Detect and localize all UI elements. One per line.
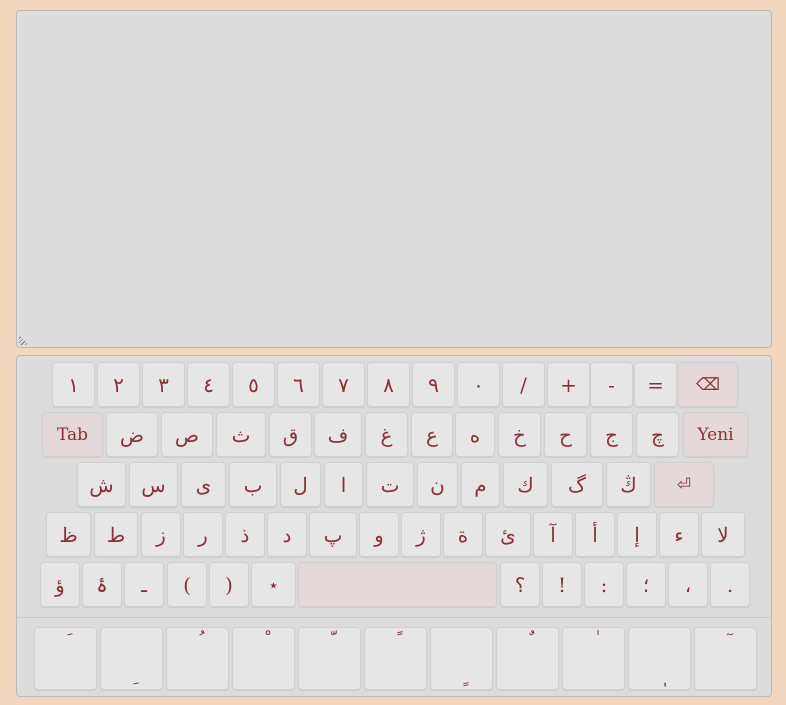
key-letter[interactable]: ڭ bbox=[606, 462, 651, 507]
key-letter[interactable]: ئ bbox=[485, 512, 531, 557]
diacritic-maddah-key[interactable]: ٓ bbox=[694, 627, 757, 690]
key-letter[interactable]: ذ bbox=[225, 512, 265, 557]
key-colon[interactable]: : bbox=[584, 562, 624, 607]
key-letter[interactable]: ت bbox=[366, 462, 414, 507]
key-letter[interactable]: ر bbox=[183, 512, 223, 557]
backspace-icon: ⌫ bbox=[695, 374, 721, 395]
key-digit-5[interactable]: ٥ bbox=[232, 362, 275, 407]
key-paren-close[interactable]: ) bbox=[209, 562, 249, 607]
key-digit-8[interactable]: ٨ bbox=[367, 362, 410, 407]
key-letter[interactable]: س bbox=[129, 462, 178, 507]
row-divider bbox=[17, 617, 771, 618]
key-digit-7[interactable]: ٧ bbox=[322, 362, 365, 407]
key-star[interactable]: ٭ bbox=[251, 562, 296, 607]
diacritic-fatha-key[interactable]: َ bbox=[34, 627, 97, 690]
key-exclamation[interactable]: ! bbox=[542, 562, 582, 607]
key-letter[interactable]: آ bbox=[533, 512, 573, 557]
key-letter[interactable]: ث bbox=[216, 412, 266, 457]
diacritic-damma-key[interactable]: ُ bbox=[166, 627, 229, 690]
key-letter[interactable]: ق bbox=[269, 412, 312, 457]
key-digit-6[interactable]: ٦ bbox=[277, 362, 320, 407]
key-comma[interactable]: ، bbox=[668, 562, 708, 607]
diacritic-kasra-key[interactable]: ِ bbox=[100, 627, 163, 690]
key-letter[interactable]: ط bbox=[94, 512, 138, 557]
key-letter[interactable]: ه bbox=[455, 412, 495, 457]
key-letter[interactable]: ء bbox=[659, 512, 699, 557]
key-letter[interactable]: غ bbox=[365, 412, 408, 457]
key-letter[interactable]: ؤ bbox=[40, 562, 80, 607]
key-letter[interactable]: خ bbox=[498, 412, 541, 457]
key-period[interactable]: . bbox=[710, 562, 750, 607]
key-question[interactable]: ؟ bbox=[500, 562, 540, 607]
space-key[interactable] bbox=[298, 562, 497, 607]
key-letter[interactable]: ج bbox=[590, 412, 633, 457]
key-digit-2[interactable]: ٢ bbox=[97, 362, 140, 407]
key-letter[interactable]: چ bbox=[636, 412, 679, 457]
key-digit-4[interactable]: ٤ bbox=[187, 362, 230, 407]
diacritic-subscript-alef-key[interactable]: ٖ bbox=[628, 627, 691, 690]
key-letter[interactable]: ا bbox=[324, 462, 363, 507]
key-digit-3[interactable]: ٣ bbox=[142, 362, 185, 407]
key-equals[interactable]: = bbox=[634, 362, 677, 407]
key-letter[interactable]: ش bbox=[77, 462, 126, 507]
key-digit-9[interactable]: ٩ bbox=[412, 362, 455, 407]
key-tatweel[interactable]: ـ bbox=[124, 562, 164, 607]
diacritic-sukun-key[interactable]: ْ bbox=[232, 627, 295, 690]
key-letter[interactable]: پ bbox=[309, 512, 357, 557]
key-minus[interactable]: - bbox=[590, 362, 633, 407]
enter-icon: ⏎ bbox=[676, 474, 692, 495]
key-letter[interactable]: أ bbox=[575, 512, 615, 557]
key-digit-0[interactable]: ٠ bbox=[457, 362, 500, 407]
key-slash[interactable]: / bbox=[502, 362, 545, 407]
backspace-key[interactable]: ⌫ bbox=[678, 362, 738, 407]
key-plus[interactable]: + bbox=[547, 362, 590, 407]
key-letter[interactable]: گ bbox=[551, 462, 603, 507]
diacritic-kasratan-key[interactable]: ٍ bbox=[430, 627, 493, 690]
key-letter[interactable]: ژ bbox=[401, 512, 441, 557]
virtual-keyboard: ١ ٢ ٣ ٤ ٥ ٦ ٧ ٨ ٩ ٠ / + - = ⌫ Tab ض ص ث … bbox=[16, 355, 772, 697]
key-letter[interactable]: ن bbox=[417, 462, 458, 507]
key-letter[interactable]: ظ bbox=[46, 512, 91, 557]
diacritic-shadda-key[interactable]: ّ bbox=[298, 627, 361, 690]
key-paren-open[interactable]: ( bbox=[167, 562, 207, 607]
key-letter[interactable]: ح bbox=[544, 412, 587, 457]
key-letter[interactable]: ب bbox=[229, 462, 277, 507]
enter-key[interactable]: ⏎ bbox=[654, 462, 714, 507]
key-digit-1[interactable]: ١ bbox=[52, 362, 95, 407]
key-semicolon[interactable]: ؛ bbox=[626, 562, 666, 607]
key-letter[interactable]: ص bbox=[161, 412, 213, 457]
diacritic-dammatan-key[interactable]: ٌ bbox=[496, 627, 559, 690]
key-letter[interactable]: د bbox=[267, 512, 307, 557]
text-input-area[interactable] bbox=[16, 10, 772, 348]
resize-handle[interactable] bbox=[19, 335, 29, 345]
key-letter[interactable]: إ bbox=[617, 512, 657, 557]
key-letter[interactable]: ع bbox=[411, 412, 453, 457]
key-letter[interactable]: ك bbox=[503, 462, 548, 507]
key-letter[interactable]: ة bbox=[443, 512, 483, 557]
key-letter[interactable]: ض bbox=[106, 412, 158, 457]
key-letter[interactable]: ۀ bbox=[82, 562, 122, 607]
key-letter[interactable]: لا bbox=[701, 512, 745, 557]
key-letter[interactable]: و bbox=[359, 512, 399, 557]
key-letter[interactable]: ف bbox=[314, 412, 362, 457]
key-letter[interactable]: ز bbox=[141, 512, 181, 557]
tab-key[interactable]: Tab bbox=[42, 412, 103, 457]
key-letter[interactable]: ى bbox=[181, 462, 226, 507]
key-letter[interactable]: م bbox=[461, 462, 500, 507]
newline-key[interactable]: Yeni bbox=[683, 412, 748, 457]
diacritic-fathatan-key[interactable]: ً bbox=[364, 627, 427, 690]
diacritic-superscript-alef-key[interactable]: ٰ bbox=[562, 627, 625, 690]
key-letter[interactable]: ل bbox=[280, 462, 321, 507]
